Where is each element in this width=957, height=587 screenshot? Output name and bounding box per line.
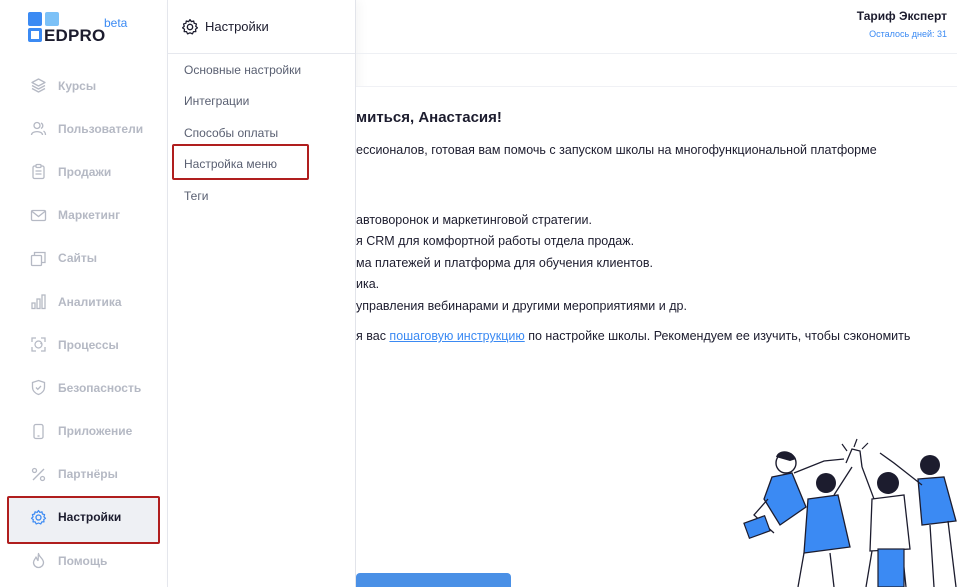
sidebar-item-label: Курсы (58, 78, 97, 93)
submenu-title: Настройки (205, 19, 269, 34)
sidebar-item-users[interactable]: Пользователи (0, 107, 168, 150)
guide-link[interactable]: пошаговую инструкцию (389, 329, 524, 343)
layers-icon (30, 77, 47, 94)
sidebar-item-processes[interactable]: Процессы (0, 323, 168, 366)
sidebar-item-settings[interactable]: Настройки (0, 496, 168, 539)
sidebar-item-label: Маркетинг (58, 208, 121, 223)
sidebar-item-sales[interactable]: Продажи (0, 150, 168, 193)
feature-line: автоворонок и маркетинговой стратегии. (356, 213, 592, 227)
beta-badge: beta (104, 16, 128, 30)
sidebar-item-help[interactable]: Помощь (0, 539, 168, 582)
guide-suffix: по настройке школы. Рекомендуем ее изучи… (524, 329, 911, 343)
sidebar-item-sites[interactable]: Сайты (0, 237, 168, 280)
sidebar-item-label: Сайты (58, 251, 97, 266)
sub-header-bar (356, 54, 957, 87)
windows-icon (30, 250, 47, 267)
bar-chart-icon (30, 293, 47, 310)
sidebar-item-label: Аналитика (58, 294, 122, 309)
top-bar: Тариф Эксперт Осталось дней: 31 (356, 0, 957, 54)
submenu-list: Основные настройки Интеграции Способы оп… (168, 54, 355, 212)
sidebar-item-app[interactable]: Приложение (0, 410, 168, 453)
logo-square (45, 12, 59, 26)
logo-square (28, 12, 42, 26)
shield-icon (30, 379, 47, 396)
sidebar-item-marketing[interactable]: Маркетинг (0, 194, 168, 237)
sidebar-item-label: Пользователи (58, 121, 144, 136)
sidebar-item-label: Процессы (58, 337, 119, 352)
feature-line: ма платежей и платформа для обучения кли… (356, 256, 653, 270)
guide-prefix: я вас (356, 329, 390, 343)
percent-icon (30, 466, 47, 483)
mail-icon (30, 207, 47, 224)
sidebar-item-analytics[interactable]: Аналитика (0, 280, 168, 323)
start-button[interactable] (356, 573, 511, 587)
clipboard-icon (30, 163, 47, 180)
submenu-item-integrations[interactable]: Интеграции (168, 86, 355, 118)
flame-icon (30, 552, 47, 569)
greeting-heading: миться, Анастасия! (356, 109, 502, 126)
guide-text: я вас пошаговую инструкцию по настройке … (356, 329, 910, 343)
sidebar-item-label: Настройки (58, 510, 122, 525)
logo-square (28, 28, 42, 42)
phone-icon (30, 423, 47, 440)
logo[interactable]: EDPRO beta (28, 12, 148, 48)
days-left-label: Осталось дней: 31 (869, 29, 947, 39)
settings-submenu: Настройки Основные настройки Интеграции … (168, 0, 356, 587)
submenu-header: Настройки (168, 0, 355, 54)
submenu-item-menu-settings[interactable]: Настройка меню (168, 149, 355, 181)
sidebar-item-label: Приложение (58, 424, 133, 439)
submenu-item-tags[interactable]: Теги (168, 180, 355, 212)
gear-icon (181, 18, 199, 36)
sidebar-item-label: Помощь (58, 553, 108, 568)
submenu-item-general[interactable]: Основные настройки (168, 54, 355, 86)
submenu-item-payment-methods[interactable]: Способы оплаты (168, 117, 355, 149)
sidebar-item-label: Продажи (58, 164, 112, 179)
logo-text: EDPRO (44, 26, 106, 45)
sidebar-item-label: Партнёры (58, 467, 118, 482)
sidebar-item-label: Безопасность (58, 380, 142, 395)
team-illustration (743, 438, 957, 587)
intro-text: ессионалов, готовая вам помочь с запуско… (356, 143, 877, 157)
sidebar-nav: Курсы Пользователи Продажи Маркетинг Сай… (0, 64, 168, 582)
tariff-label[interactable]: Тариф Эксперт (857, 9, 947, 23)
sidebar-item-security[interactable]: Безопасность (0, 366, 168, 409)
process-icon (30, 336, 47, 353)
sidebar-item-partners[interactable]: Партнёры (0, 453, 168, 496)
sidebar-item-courses[interactable]: Курсы (0, 64, 168, 107)
gear-icon (30, 509, 47, 526)
main-content: миться, Анастасия! ессионалов, готовая в… (356, 87, 957, 587)
feature-line: управления вебинарами и другими мероприя… (356, 299, 687, 313)
feature-line: я CRM для комфортной работы отдела прода… (356, 234, 635, 248)
users-icon (30, 120, 47, 137)
sidebar: EDPRO beta Курсы Пользователи Продажи Ма… (0, 0, 168, 587)
feature-line: ика. (356, 277, 380, 291)
